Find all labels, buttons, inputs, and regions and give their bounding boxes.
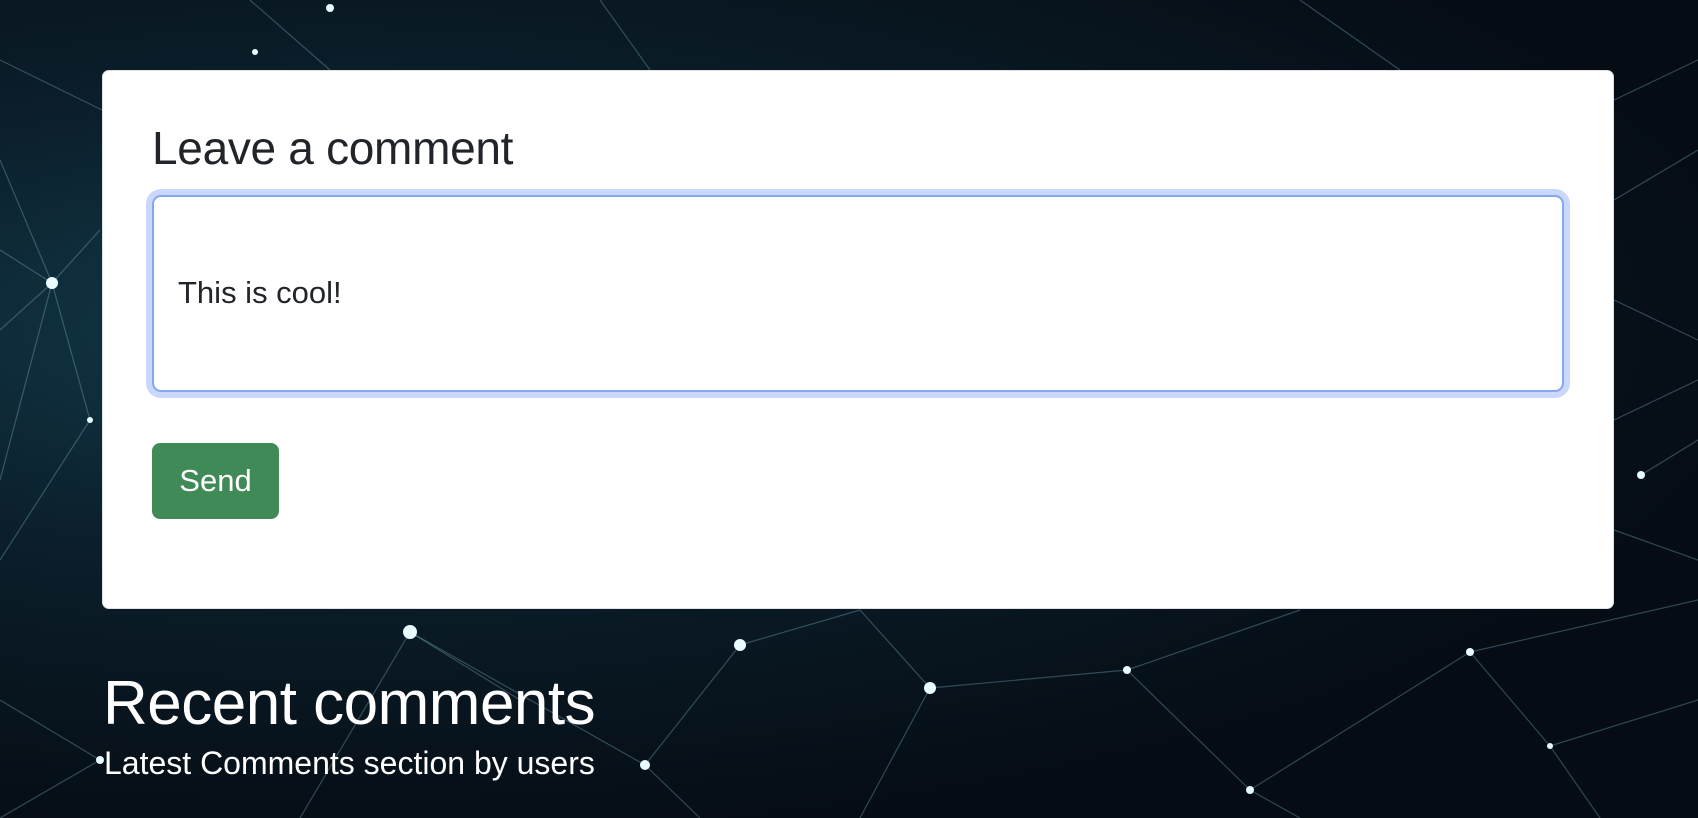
send-button[interactable]: Send [152, 443, 279, 519]
recent-comments-subtitle: Latest Comments section by users [104, 745, 595, 781]
recent-comments-title: Recent comments [103, 669, 596, 738]
comment-form-title: Leave a comment [152, 122, 514, 174]
comment-textarea[interactable] [152, 195, 1564, 392]
comment-form-card: Leave a comment Send [102, 70, 1614, 609]
